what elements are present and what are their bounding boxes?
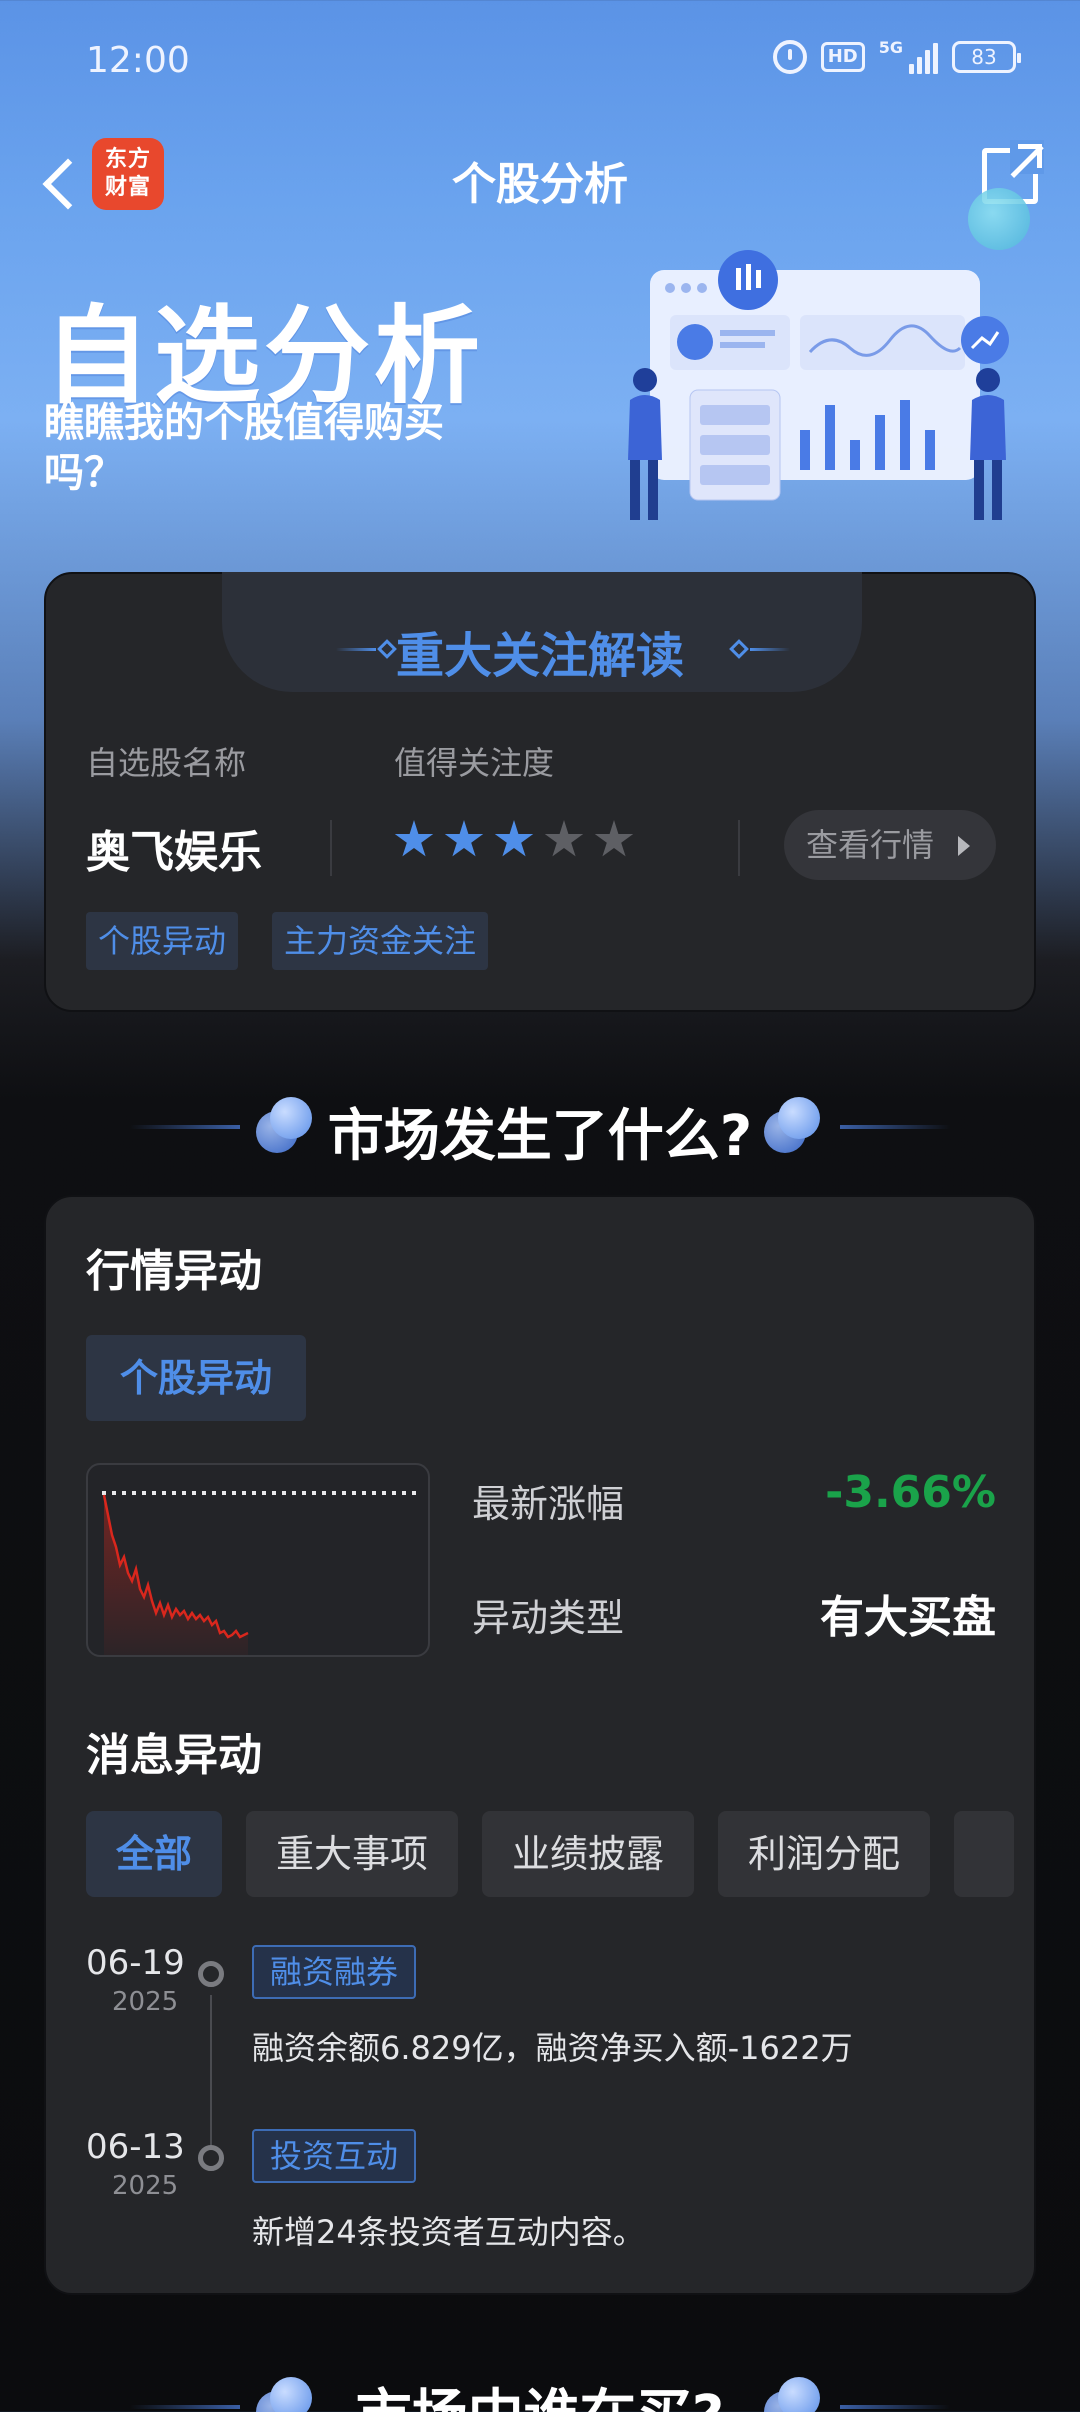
anomaly-type-label: 异动类型 [472, 1596, 625, 1640]
timeline-year: 2025 [112, 1987, 179, 2017]
tag-stock-anomaly[interactable]: 个股异动 [86, 912, 239, 970]
orb-right-icon [764, 2377, 820, 2412]
header-line-right [840, 2405, 950, 2409]
news-title: 消息异动 [86, 1730, 262, 1781]
attention-header: 值得关注度 [394, 744, 555, 782]
news-filter-bar[interactable]: 全部 重大事项 业绩披露 利润分配 [86, 1811, 1038, 1897]
status-time: 12:00 [86, 40, 190, 81]
intraday-mini-chart[interactable] [86, 1463, 430, 1657]
hd-icon: HD [820, 42, 865, 72]
header-line-right [840, 1125, 950, 1129]
orb-right-icon [764, 1097, 820, 1153]
market-section-header: 市场发生了什么? [0, 1085, 1080, 1169]
signal-icon [909, 40, 938, 74]
star-icon [594, 820, 634, 857]
anomaly-type-value: 有大买盘 [820, 1592, 996, 1643]
filter-more[interactable] [954, 1811, 1015, 1897]
star-icon [544, 820, 584, 857]
battery-icon: 83 [952, 41, 1021, 73]
anomaly-title: 行情异动 [86, 1246, 262, 1297]
view-quote-button[interactable]: 查看行情 [784, 810, 996, 880]
buyers-section-header: 市场中谁在买? [0, 2365, 1080, 2412]
divider [330, 820, 332, 876]
caret-right-icon [958, 836, 970, 856]
filter-earnings[interactable]: 业绩披露 [482, 1811, 695, 1897]
timeline-tag[interactable]: 投资互动 [252, 2129, 417, 2183]
divider [738, 820, 740, 876]
star-icon [494, 820, 534, 857]
page-title: 个股分析 [452, 159, 628, 210]
latest-change-label: 最新涨幅 [472, 1482, 625, 1526]
timeline-date: 06-19 [86, 1943, 185, 1983]
latest-change-value: -3.66% [825, 1467, 996, 1518]
timeline-date: 06-13 [86, 2127, 185, 2167]
tag-main-capital[interactable]: 主力资金关注 [272, 912, 489, 970]
status-icons: HD 5G 83 [772, 37, 1021, 74]
filter-major-events[interactable]: 重大事项 [246, 1811, 459, 1897]
timeline-dot [198, 2145, 224, 2171]
nav-bar: 东方 财富 个股分析 [0, 130, 1080, 240]
stock-name: 奥飞娱乐 [86, 827, 262, 878]
star-icon [394, 820, 434, 857]
filter-all[interactable]: 全部 [86, 1811, 223, 1897]
timeline-year: 2025 [112, 2171, 179, 2201]
timeline-line [210, 1995, 212, 2170]
stock-name-header: 自选股名称 [86, 744, 247, 782]
status-bar: 12:00 HD 5G 83 [0, 0, 1080, 120]
market-card: 行情异动 个股异动 最新涨幅 -3.66% 异动类型 有大买盘 消息异动 全部 … [44, 1195, 1036, 2295]
timeline-dot [198, 1961, 224, 1987]
alarm-icon [772, 40, 807, 74]
timeline-text[interactable]: 新增24条投资者互动内容。 [252, 2207, 645, 2253]
star-icon [444, 820, 484, 857]
market-section-title: 市场发生了什么? [327, 1104, 753, 1169]
tab-stock-anomaly[interactable]: 个股异动 [86, 1335, 306, 1421]
hero-subtitle: 瞧瞧我的个股值得购买吗？ [44, 400, 444, 496]
battery-level: 83 [971, 45, 997, 69]
attention-rating [394, 820, 634, 860]
analytics-illustration [628, 250, 1009, 520]
filter-dividends[interactable]: 利润分配 [718, 1811, 931, 1897]
network-label: 5G [878, 37, 903, 57]
timeline-tag[interactable]: 融资融券 [252, 1945, 417, 1999]
view-quote-label: 查看行情 [806, 826, 935, 864]
focus-card: 重大关注解读 自选股名称 值得关注度 奥飞娱乐 查看行情 个股异动 主力资金关注 [44, 572, 1036, 1012]
timeline-text[interactable]: 融资余额6.829亿，融资净买入额-1622万 [252, 2023, 853, 2069]
focus-card-title: 重大关注解读 [395, 628, 684, 684]
